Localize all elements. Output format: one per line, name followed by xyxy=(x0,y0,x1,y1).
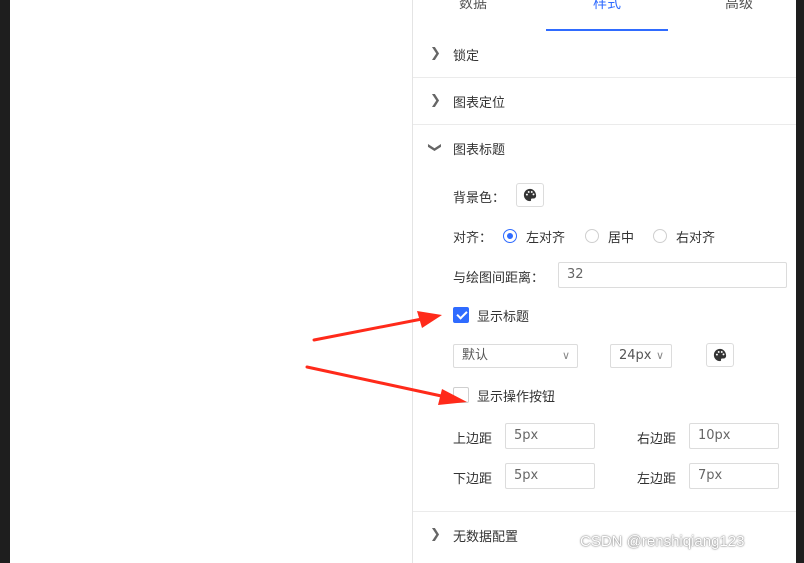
font-family-value: 默认 xyxy=(462,348,489,363)
distance-label: 与绘图间距离： xyxy=(453,271,545,286)
align-left-radio[interactable] xyxy=(503,229,517,243)
show-title-checkbox[interactable] xyxy=(453,307,469,323)
align-right-label[interactable]: 右对齐 xyxy=(676,227,715,246)
padding-right-input[interactable]: 10px xyxy=(689,423,779,449)
window-frame-right xyxy=(796,0,804,563)
title-font-color-button[interactable] xyxy=(706,343,734,367)
font-family-select[interactable]: 默认 ∨ xyxy=(453,344,578,368)
chevron-right-icon: ❯ xyxy=(430,46,441,61)
background-color-label: 背景色： xyxy=(453,191,506,206)
section-title: 锁定 xyxy=(453,49,480,64)
section-lock[interactable]: ❯ 锁定 xyxy=(413,31,796,78)
chevron-down-icon: ❯ xyxy=(426,142,442,153)
section-title: 图表标题 xyxy=(453,143,506,158)
background-color-button[interactable] xyxy=(516,183,544,207)
padding-bottom-label: 下边距 xyxy=(453,472,493,487)
font-size-select[interactable]: 24px ∨ xyxy=(610,344,672,368)
tab-style[interactable]: 样式 xyxy=(593,0,621,13)
padding-bottom-input[interactable]: 5px xyxy=(505,463,595,489)
section-chart-position[interactable]: ❯ 图表定位 xyxy=(413,78,796,125)
align-center-radio[interactable] xyxy=(585,229,599,243)
padding-top-input[interactable]: 5px xyxy=(505,423,595,449)
section-title: 图表定位 xyxy=(453,96,506,111)
section-chart-title[interactable]: ❯ 图表标题 xyxy=(413,125,796,171)
align-left-label[interactable]: 左对齐 xyxy=(526,227,565,246)
show-action-buttons-label[interactable]: 显示操作按钮 xyxy=(477,386,555,405)
padding-top-label: 上边距 xyxy=(453,432,493,447)
window-frame-left xyxy=(0,0,10,563)
show-action-buttons-checkbox[interactable] xyxy=(453,387,469,403)
show-title-label[interactable]: 显示标题 xyxy=(477,306,529,325)
padding-left-label: 左边距 xyxy=(637,472,677,487)
chevron-down-icon: ∨ xyxy=(561,349,570,362)
section-title: 无数据配置 xyxy=(453,530,519,545)
chevron-right-icon: ❯ xyxy=(430,93,441,108)
palette-icon xyxy=(713,348,727,362)
chevron-down-icon: ∨ xyxy=(653,345,664,367)
padding-right-label: 右边距 xyxy=(637,432,677,447)
style-settings-panel: 数据 样式 高级 ❯ 锁定 ❯ 图表定位 ❯ 图表标题 背景色： 对齐： 左对齐… xyxy=(413,0,796,563)
align-label: 对齐： xyxy=(453,231,493,246)
chevron-right-icon: ❯ xyxy=(430,527,441,542)
palette-icon xyxy=(523,188,537,202)
align-center-label[interactable]: 居中 xyxy=(608,227,634,246)
tab-data[interactable]: 数据 xyxy=(459,0,487,13)
watermark: CSDN @renshiqiang123 xyxy=(580,533,745,550)
distance-input[interactable]: 32 xyxy=(558,262,787,288)
font-size-value: 24px xyxy=(619,348,652,363)
tab-advanced[interactable]: 高级 xyxy=(725,0,753,13)
padding-left-input[interactable]: 7px xyxy=(689,463,779,489)
align-right-radio[interactable] xyxy=(653,229,667,243)
tab-bar: 数据 样式 高级 xyxy=(413,0,796,32)
